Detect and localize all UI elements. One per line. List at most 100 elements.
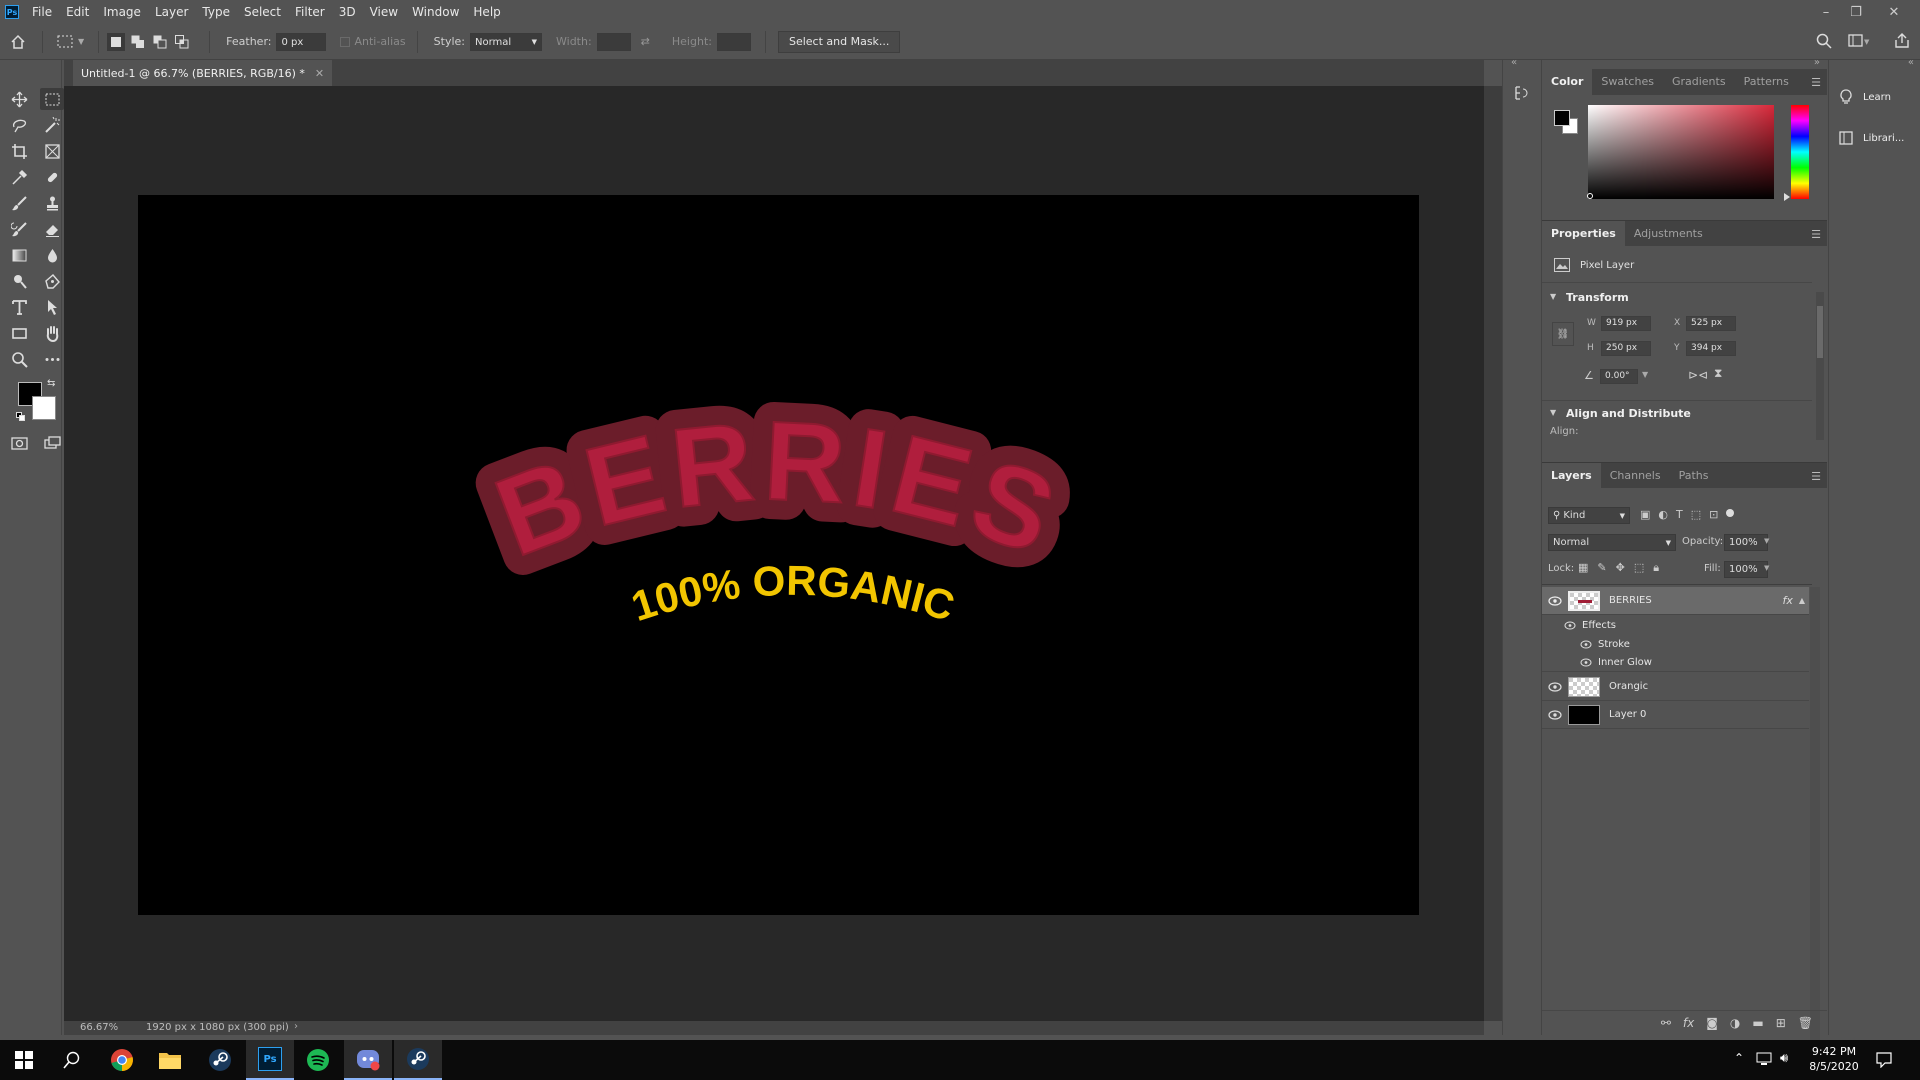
visibility-eye-icon[interactable] bbox=[1542, 595, 1568, 606]
document-tab[interactable]: Untitled-1 @ 66.7% (BERRIES, RGB/16) * ✕ bbox=[73, 60, 333, 86]
lock-image-icon[interactable]: ✎ bbox=[1597, 561, 1606, 575]
lasso-tool-icon[interactable] bbox=[7, 114, 31, 136]
swap-dimensions-icon[interactable]: ⇄ bbox=[641, 35, 650, 48]
blend-mode-select[interactable]: Normal ▼ bbox=[1548, 534, 1676, 551]
properties-scrollbar[interactable] bbox=[1816, 292, 1824, 440]
quick-mask-icon[interactable] bbox=[7, 432, 31, 454]
menu-type[interactable]: Type bbox=[195, 0, 237, 24]
new-layer-icon[interactable]: ⊞ bbox=[1776, 1016, 1786, 1030]
learn-panel-button[interactable]: Learn bbox=[1829, 82, 1920, 112]
hue-slider[interactable] bbox=[1791, 105, 1809, 199]
adjustment-layer-icon[interactable]: ◑ bbox=[1730, 1016, 1740, 1030]
share-icon[interactable] bbox=[1894, 33, 1910, 52]
layer-row-berries[interactable]: BERRIES fx ▲ bbox=[1542, 587, 1809, 615]
file-explorer-icon[interactable] bbox=[146, 1040, 194, 1080]
y-field[interactable]: 394 px bbox=[1686, 341, 1736, 356]
history-panel-icon[interactable] bbox=[1513, 84, 1531, 105]
tab-patterns[interactable]: Patterns bbox=[1735, 69, 1798, 95]
swap-colors-icon[interactable]: ⇆ bbox=[47, 378, 55, 389]
fx-badge[interactable]: fx bbox=[1782, 594, 1792, 607]
x-field[interactable]: 525 px bbox=[1686, 316, 1736, 331]
link-dimensions-icon[interactable]: ⛓ bbox=[1552, 322, 1574, 346]
zoom-level[interactable]: 66.67% bbox=[80, 1022, 118, 1033]
visibility-eye-icon[interactable] bbox=[1542, 640, 1598, 649]
flip-vertical-icon[interactable]: ⧗ bbox=[1714, 366, 1722, 381]
chrome-icon[interactable] bbox=[98, 1040, 146, 1080]
marquee-preset-icon[interactable]: ▼ bbox=[57, 35, 84, 49]
width-input[interactable] bbox=[596, 32, 631, 51]
volume-icon[interactable]: 🔊︎ bbox=[1780, 1051, 1788, 1066]
type-tool-icon[interactable] bbox=[7, 296, 31, 318]
menu-filter[interactable]: Filter bbox=[288, 0, 332, 24]
restore-icon[interactable]: ❐ bbox=[1842, 0, 1870, 24]
libraries-panel-button[interactable]: Librari... bbox=[1829, 123, 1920, 153]
effect-row-inner-glow[interactable]: Inner Glow bbox=[1542, 654, 1809, 672]
menu-3d[interactable]: 3D bbox=[332, 0, 363, 24]
visibility-eye-icon[interactable] bbox=[1542, 681, 1568, 692]
menu-view[interactable]: View bbox=[363, 0, 405, 24]
steam-2-icon[interactable] bbox=[394, 1040, 442, 1080]
panel-menu-icon[interactable]: ☰ bbox=[1811, 470, 1821, 483]
panel-menu-icon[interactable]: ☰ bbox=[1811, 228, 1821, 241]
document-info[interactable]: 1920 px x 1080 px (300 ppi) bbox=[146, 1022, 289, 1033]
healing-brush-tool-icon[interactable] bbox=[40, 166, 64, 188]
filter-shape-icon[interactable]: ⬚ bbox=[1691, 508, 1701, 521]
pen-tool-icon[interactable] bbox=[40, 270, 64, 292]
tab-paths[interactable]: Paths bbox=[1670, 463, 1718, 489]
close-tab-icon[interactable]: ✕ bbox=[315, 67, 324, 80]
visibility-eye-icon[interactable] bbox=[1542, 658, 1598, 667]
menu-layer[interactable]: Layer bbox=[148, 0, 195, 24]
opacity-input[interactable]: 100% bbox=[1724, 534, 1768, 551]
add-selection-icon[interactable] bbox=[129, 33, 147, 51]
menu-file[interactable]: File bbox=[25, 0, 59, 24]
chevron-right-icon[interactable]: › bbox=[294, 1021, 298, 1032]
blur-tool-icon[interactable] bbox=[40, 244, 64, 266]
gradient-tool-icon[interactable] bbox=[7, 244, 31, 266]
dodge-tool-icon[interactable] bbox=[7, 270, 31, 292]
photoshop-taskbar-icon[interactable]: Ps bbox=[246, 1040, 294, 1080]
filter-toggle-icon[interactable] bbox=[1726, 509, 1735, 517]
layers-scrollbar[interactable] bbox=[1810, 587, 1820, 1047]
intersect-selection-icon[interactable] bbox=[173, 33, 191, 51]
steam-icon[interactable] bbox=[196, 1040, 244, 1080]
more-tools-icon[interactable] bbox=[40, 348, 64, 370]
menu-edit[interactable]: Edit bbox=[59, 0, 96, 24]
workspace-icon[interactable]: ▼ bbox=[1848, 33, 1870, 52]
chevron-down-icon[interactable]: ▼ bbox=[1764, 537, 1769, 545]
hue-slider-handle[interactable] bbox=[1784, 193, 1790, 201]
magic-wand-tool-icon[interactable] bbox=[40, 114, 64, 136]
collapse-left-icon[interactable]: « bbox=[1511, 57, 1517, 68]
chevron-up-icon[interactable]: ▲ bbox=[1799, 596, 1805, 605]
document-canvas[interactable]: BERRIES BERRIES 100% ORGANIC bbox=[138, 195, 1419, 915]
eraser-tool-icon[interactable] bbox=[40, 218, 64, 240]
taskbar-search-icon[interactable] bbox=[48, 1040, 96, 1080]
taskbar-clock[interactable]: 9:42 PM 8/5/2020 bbox=[1806, 1044, 1862, 1074]
action-center-icon[interactable] bbox=[1876, 1052, 1892, 1071]
collapse-right-icon[interactable]: » bbox=[1814, 57, 1820, 68]
menu-select[interactable]: Select bbox=[237, 0, 288, 24]
eyedropper-tool-icon[interactable] bbox=[7, 166, 31, 188]
collapse-dock-icon[interactable]: « bbox=[1908, 57, 1914, 68]
marquee-tool-icon[interactable] bbox=[40, 88, 64, 110]
menu-window[interactable]: Window bbox=[405, 0, 466, 24]
tab-gradients[interactable]: Gradients bbox=[1663, 69, 1735, 95]
crop-tool-icon[interactable] bbox=[7, 140, 31, 162]
zoom-tool-icon[interactable] bbox=[7, 348, 31, 370]
link-layers-icon[interactable]: ⚯ bbox=[1661, 1016, 1671, 1030]
height-field[interactable]: 250 px bbox=[1601, 341, 1651, 356]
filter-type-icon[interactable]: T bbox=[1676, 508, 1683, 521]
tab-layers[interactable]: Layers bbox=[1542, 462, 1601, 489]
visibility-eye-icon[interactable] bbox=[1542, 621, 1582, 630]
flip-horizontal-icon[interactable]: ⊳⊲ bbox=[1688, 368, 1708, 382]
filter-pixel-icon[interactable]: ▣ bbox=[1640, 508, 1650, 521]
new-group-icon[interactable]: ▬ bbox=[1752, 1016, 1763, 1030]
frame-tool-icon[interactable] bbox=[40, 140, 64, 162]
feather-input[interactable]: 0 px bbox=[276, 32, 327, 51]
discord-icon[interactable] bbox=[344, 1040, 392, 1080]
layer-row-orangic[interactable]: Orangic bbox=[1542, 673, 1809, 701]
lock-transparency-icon[interactable]: ▦ bbox=[1578, 561, 1588, 575]
lock-artboard-icon[interactable]: ⬚ bbox=[1634, 561, 1644, 575]
tab-adjustments[interactable]: Adjustments bbox=[1625, 221, 1712, 247]
vertical-scrollbar[interactable] bbox=[1484, 86, 1502, 1021]
move-tool-icon[interactable] bbox=[7, 88, 31, 110]
